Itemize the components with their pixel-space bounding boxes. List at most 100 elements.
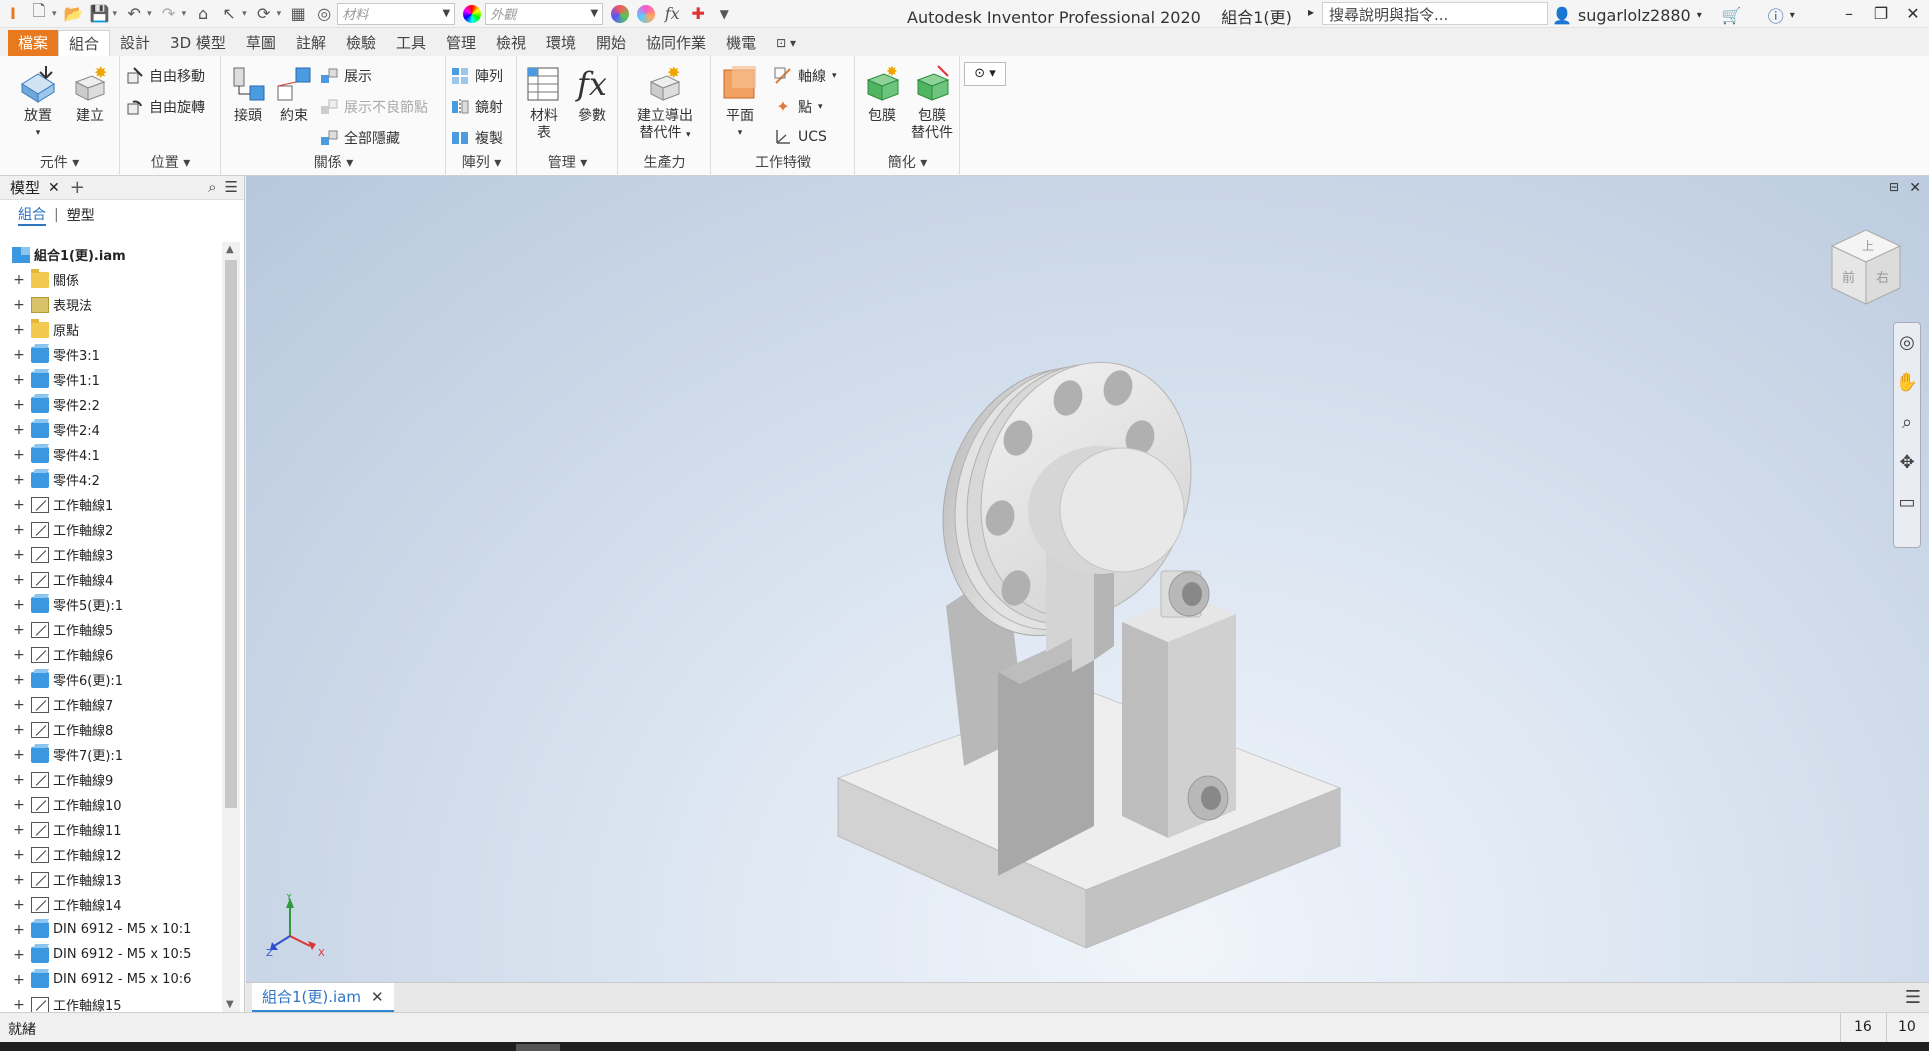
expand-plus-icon[interactable]: +	[13, 972, 25, 988]
tab-environments[interactable]: 環境	[536, 30, 586, 56]
tree-node[interactable]: + DIN 6912 - M5 x 10:5	[0, 942, 222, 967]
help-dropdown-icon[interactable]: ▾	[1790, 10, 1795, 21]
create-substitute-button[interactable]: ✸ 建立導出 替代件 ▾	[627, 63, 703, 144]
bom-button[interactable]: 材料 表	[520, 64, 568, 142]
save-icon[interactable]: 💾	[89, 3, 111, 25]
help-icon[interactable]: ⓘ	[1768, 3, 1784, 27]
expand-plus-icon[interactable]: +	[13, 722, 25, 738]
shrinkwrap-substitute-button[interactable]: 包膜 替代件	[908, 64, 956, 142]
expand-plus-icon[interactable]: +	[13, 897, 25, 913]
place-button[interactable]: 放置 ▾	[14, 64, 62, 142]
tree-node[interactable]: + 工作軸線2	[0, 517, 222, 542]
tree-node[interactable]: + 零件1:1	[0, 367, 222, 392]
free-move-button[interactable]: 自由移動	[125, 66, 205, 86]
expand-plus-icon[interactable]: +	[13, 622, 25, 638]
tree-node[interactable]: + 原點	[0, 317, 222, 342]
panel-title-relationships[interactable]: 關係 ▾	[222, 152, 445, 172]
tree-node[interactable]: + 工作軸線14	[0, 892, 222, 917]
tab-manage[interactable]: 管理	[436, 30, 486, 56]
panel-title-manage[interactable]: 管理 ▾	[518, 152, 617, 172]
expand-arrow-icon[interactable]: ▸	[1308, 5, 1314, 19]
mirror-button[interactable]: 鏡射	[451, 97, 503, 117]
tree-node[interactable]: + 零件2:2	[0, 392, 222, 417]
tab-3d-model[interactable]: 3D 模型	[160, 30, 236, 56]
tab-view[interactable]: 檢視	[486, 30, 536, 56]
minimize-icon[interactable]: –	[1833, 0, 1865, 28]
fx-parameters-icon[interactable]: fx	[661, 3, 683, 25]
tab-sketch[interactable]: 草圖	[236, 30, 286, 56]
tree-node[interactable]: + 工作軸線6	[0, 642, 222, 667]
ucs-button[interactable]: UCS	[774, 128, 827, 146]
tree-node[interactable]: + 零件7(更):1	[0, 742, 222, 767]
tree-node[interactable]: + 工作軸線13	[0, 867, 222, 892]
hide-all-button[interactable]: 全部隱藏	[320, 128, 400, 148]
tree-node[interactable]: + 工作軸線9	[0, 767, 222, 792]
expand-plus-icon[interactable]: +	[13, 997, 25, 1013]
tree-node[interactable]: + 零件4:2	[0, 467, 222, 492]
expand-plus-icon[interactable]: +	[13, 272, 25, 288]
scroll-down-icon[interactable]: ▼	[226, 999, 234, 1010]
tab-assemble[interactable]: 組合	[58, 30, 111, 56]
tree-node[interactable]: + 工作軸線1	[0, 492, 222, 517]
browser-close-icon[interactable]: ✕	[48, 180, 60, 196]
tree-node[interactable]: + 表現法	[0, 292, 222, 317]
expand-plus-icon[interactable]: +	[13, 797, 25, 813]
expand-plus-icon[interactable]: +	[13, 922, 25, 938]
expand-plus-icon[interactable]: +	[13, 597, 25, 613]
browser-scrollbar[interactable]: ▲ ▼	[222, 242, 240, 1012]
expand-plus-icon[interactable]: +	[13, 672, 25, 688]
close-window-icon[interactable]: ✕	[1897, 0, 1929, 28]
scroll-up-icon[interactable]: ▲	[226, 244, 234, 255]
tree-node[interactable]: + DIN 6912 - M5 x 10:1	[0, 917, 222, 942]
tree-node[interactable]: + DIN 6912 - M5 x 10:6	[0, 967, 222, 992]
appearance-clear-icon[interactable]: ◎	[313, 3, 335, 25]
expand-plus-icon[interactable]: +	[13, 772, 25, 788]
free-rotate-button[interactable]: 自由旋轉	[125, 97, 205, 117]
constrain-button[interactable]: 約束	[272, 64, 316, 125]
update-icon[interactable]: ⟳	[253, 3, 275, 25]
open-icon[interactable]: 📂	[63, 3, 85, 25]
axis-button[interactable]: 軸線 ▾	[774, 66, 837, 86]
tab-collaborate[interactable]: 協同作業	[636, 30, 716, 56]
expand-plus-icon[interactable]: +	[13, 497, 25, 513]
material-combo[interactable]: 材料 ▼	[337, 2, 456, 25]
panel-title-pattern[interactable]: 陣列 ▾	[447, 152, 516, 172]
ribbon-options-button[interactable]: ⊡ ▾	[766, 30, 806, 56]
tree-node[interactable]: + 零件3:1	[0, 342, 222, 367]
select-icon[interactable]: ↖	[218, 3, 240, 25]
tab-inspect[interactable]: 檢驗	[336, 30, 386, 56]
tree-node[interactable]: + 零件6(更):1	[0, 667, 222, 692]
panel-title-simplification[interactable]: 簡化 ▾	[856, 152, 959, 172]
tab-browser-assembly[interactable]: 組合	[18, 204, 46, 226]
tree-node[interactable]: + 工作軸線11	[0, 817, 222, 842]
doc-tab-close-icon[interactable]: ✕	[371, 988, 384, 1006]
expand-plus-icon[interactable]: +	[13, 347, 25, 363]
tree-node[interactable]: + 工作軸線10	[0, 792, 222, 817]
parameters-button[interactable]: fx 參數	[570, 64, 614, 125]
expand-plus-icon[interactable]: +	[13, 697, 25, 713]
expand-plus-icon[interactable]: +	[13, 547, 25, 563]
tab-get-started[interactable]: 開始	[586, 30, 636, 56]
show-sick-button[interactable]: 展示不良節點	[320, 97, 428, 117]
redo-icon[interactable]: ↷	[158, 3, 180, 25]
expand-plus-icon[interactable]: +	[13, 847, 25, 863]
expand-plus-icon[interactable]: +	[13, 372, 25, 388]
expand-plus-icon[interactable]: +	[13, 397, 25, 413]
assembly-model[interactable]	[246, 176, 1929, 982]
document-menu-icon[interactable]: ☰	[1905, 987, 1921, 1008]
browser-add-icon[interactable]: +	[70, 177, 85, 198]
tab-design[interactable]: 設計	[110, 30, 160, 56]
browser-menu-icon[interactable]: ☰	[225, 178, 238, 196]
tree-node[interactable]: + 零件2:4	[0, 417, 222, 442]
tab-tools[interactable]: 工具	[386, 30, 436, 56]
expand-plus-icon[interactable]: +	[13, 872, 25, 888]
graphics-viewport[interactable]: ⊟ ✕ 上 前 右 ◎ ✋ ⌕ ✥ ▭ Y X Z	[246, 176, 1929, 982]
tree-node[interactable]: + 工作軸線12	[0, 842, 222, 867]
copy-button[interactable]: 複製	[451, 128, 503, 148]
tree-node[interactable]: + 工作軸線8	[0, 717, 222, 742]
tab-electromechanical[interactable]: 機電	[716, 30, 766, 56]
tree-node[interactable]: + 工作軸線5	[0, 617, 222, 642]
expand-plus-icon[interactable]: +	[13, 447, 25, 463]
create-button[interactable]: ✸ 建立	[66, 63, 114, 125]
color-wheel-icon[interactable]	[461, 3, 483, 25]
